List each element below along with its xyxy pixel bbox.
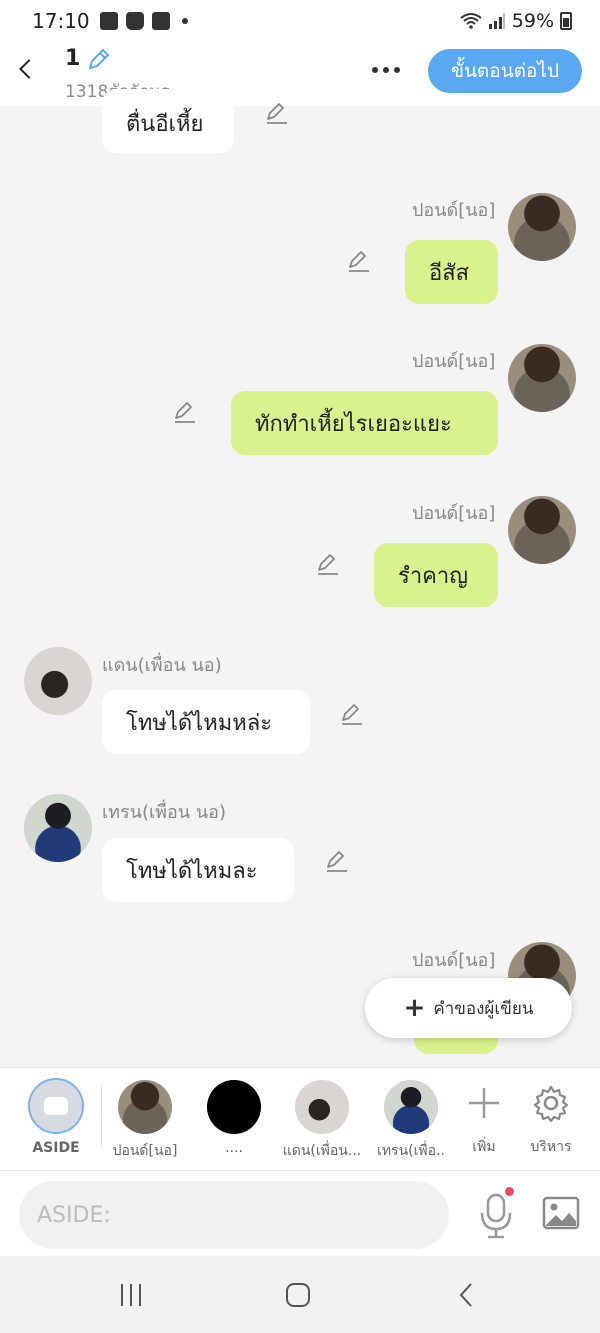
character-label: ปอนด์[นอ]	[112, 1143, 178, 1159]
notification-dot	[505, 1187, 514, 1196]
plus-icon: +	[403, 993, 426, 1023]
message-composer	[0, 1170, 600, 1256]
top-app-bar: 1 1318ตัวอักษร ขั้นตอนต่อไป	[0, 42, 600, 106]
character-label: บริหาร	[530, 1139, 572, 1155]
character-label: เทรน(เพื่อ..	[377, 1143, 445, 1159]
status-bar: 17:10 59%	[0, 0, 600, 42]
sender-name: ปอนด์[นอ]	[412, 950, 496, 971]
character-item[interactable]: แดน(เพื่อน...	[280, 1076, 364, 1162]
microphone-icon[interactable]	[476, 1191, 516, 1239]
message-input[interactable]	[19, 1181, 449, 1249]
sender-name: เทรน(เพื่อน นอ)	[102, 802, 227, 823]
signal-icon	[488, 13, 505, 29]
edit-title-pencil-icon[interactable]	[86, 46, 112, 72]
chat-message[interactable]: ตื่นอีเหี้ย	[102, 89, 234, 153]
message-text: รำคาญ	[398, 563, 468, 589]
edit-message-pencil-icon[interactable]	[339, 702, 365, 728]
author-note-label: คำของผู้เขียน	[433, 998, 534, 1019]
recent-apps-icon[interactable]	[116, 1280, 146, 1310]
character-label: ASIDE	[32, 1140, 80, 1156]
avatar[interactable]	[24, 647, 92, 715]
back-arrow-icon[interactable]	[14, 54, 40, 84]
chat-message[interactable]: ทักทำเหี้ยไรเยอะแยะ	[231, 391, 498, 455]
sender-name: ปอนด์[นอ]	[412, 351, 496, 372]
message-text: อีสัส	[429, 260, 470, 286]
battery-icon	[560, 12, 572, 30]
chat-message[interactable]: โทษได้ไหมหล่ะ	[102, 690, 310, 754]
divider	[101, 1086, 102, 1146]
character-label: แดน(เพื่อน...	[282, 1143, 362, 1159]
plus-icon	[469, 1088, 499, 1118]
character-aside[interactable]: ASIDE	[14, 1076, 98, 1156]
edit-message-pencil-icon[interactable]	[315, 552, 341, 578]
character-avatar	[384, 1080, 438, 1134]
image-icon[interactable]	[542, 1195, 580, 1231]
sender-name: ปอนด์[นอ]	[412, 503, 496, 524]
chat-message[interactable]: อีสัส	[405, 240, 498, 304]
sender-name: ปอนด์[นอ]	[412, 200, 496, 221]
gear-icon	[533, 1085, 569, 1123]
edit-message-pencil-icon[interactable]	[346, 249, 372, 275]
sender-name: แดน(เพื่อน นอ)	[102, 655, 222, 676]
next-step-button[interactable]: ขั้นตอนต่อไป	[428, 49, 582, 93]
bag-icon	[125, 12, 144, 30]
manage-button[interactable]: บริหาร	[509, 1076, 593, 1158]
dot-icon	[181, 18, 188, 24]
edit-message-pencil-icon[interactable]	[324, 849, 350, 875]
character-avatar	[295, 1080, 349, 1134]
system-navigation-bar	[0, 1256, 600, 1333]
battery-percent: 59%	[511, 10, 554, 32]
character-selector: ASIDE ปอนด์[นอ] .... แดน(เพื่อน... เทรน(…	[0, 1067, 600, 1170]
message-text: โทษได้ไหมหล่ะ	[126, 710, 273, 736]
facebook-icon	[151, 12, 170, 30]
aside-icon	[28, 1078, 84, 1134]
avatar[interactable]	[508, 193, 576, 261]
character-item[interactable]: ....	[192, 1076, 276, 1156]
chapter-title: 1	[65, 46, 81, 71]
character-item[interactable]: ปอนด์[นอ]	[103, 1076, 187, 1162]
author-note-button[interactable]: + คำของผู้เขียน	[365, 978, 572, 1038]
more-options-icon[interactable]	[372, 60, 408, 80]
wifi-icon	[460, 13, 482, 29]
character-label: ....	[225, 1140, 243, 1156]
character-avatar	[118, 1080, 172, 1134]
character-avatar	[207, 1080, 261, 1134]
avatar[interactable]	[508, 344, 576, 412]
message-text: ตื่นอีเหี้ย	[126, 111, 204, 137]
home-icon[interactable]	[283, 1280, 313, 1310]
avatar[interactable]	[508, 496, 576, 564]
avatar[interactable]	[24, 794, 92, 862]
chat-message[interactable]: โทษได้ไหมละ	[102, 838, 294, 902]
image-icon	[99, 12, 118, 30]
message-text: ทักทำเหี้ยไรเยอะแยะ	[255, 411, 452, 437]
status-time: 17:10	[32, 9, 90, 33]
message-text: โทษได้ไหมละ	[126, 858, 258, 884]
character-item[interactable]: เทรน(เพื่อ..	[369, 1076, 453, 1162]
edit-message-pencil-icon[interactable]	[264, 101, 290, 127]
back-icon[interactable]	[452, 1280, 482, 1310]
chat-message[interactable]: รำคาญ	[374, 543, 498, 607]
edit-message-pencil-icon[interactable]	[172, 400, 198, 426]
